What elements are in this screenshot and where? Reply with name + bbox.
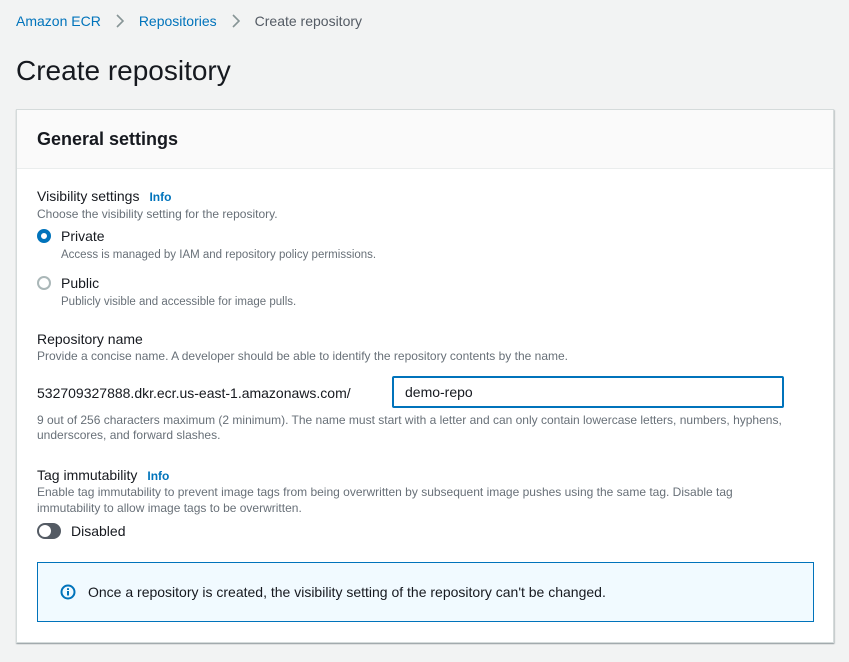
repository-name-constraint: 9 out of 256 characters maximum (2 minim… [37, 413, 782, 442]
radio-private[interactable]: Private Access is managed by IAM and rep… [37, 227, 376, 263]
create-repository-page: Amazon ECR Repositories Create repositor… [0, 0, 849, 662]
visibility-description: Choose the visibility setting for the re… [37, 207, 278, 221]
tag-immutability-toggle[interactable]: Disabled [37, 522, 125, 540]
chevron-right-icon [230, 12, 242, 30]
general-settings-panel: General settings Visibility settings Inf… [16, 109, 834, 643]
tag-immutability-description: Enable tag immutability to prevent image… [37, 485, 733, 515]
alert-text: Once a repository is created, the visibi… [88, 584, 606, 600]
repository-uri-prefix: 532709327888.dkr.ecr.us-east-1.amazonaws… [37, 385, 351, 401]
radio-public[interactable]: Public Publicly visible and accessible f… [37, 274, 296, 310]
toggle-switch[interactable] [37, 523, 61, 539]
visibility-label-row: Visibility settings Info [37, 187, 171, 205]
breadcrumb-repositories[interactable]: Repositories [139, 12, 217, 30]
radio-public-button[interactable] [37, 276, 51, 290]
visibility-info-link[interactable]: Info [149, 190, 171, 204]
visibility-label: Visibility settings [37, 188, 140, 204]
radio-private-button[interactable] [37, 229, 51, 243]
tag-immutability-info-link[interactable]: Info [147, 469, 169, 483]
tag-immutability-label-row: Tag immutability Info [37, 466, 169, 484]
repository-name-input[interactable] [392, 376, 784, 408]
chevron-right-icon [114, 12, 126, 30]
repository-name-description: Provide a concise name. A developer shou… [37, 349, 568, 363]
breadcrumb-amazon-ecr[interactable]: Amazon ECR [16, 12, 101, 30]
radio-public-label: Public [61, 275, 100, 291]
breadcrumb: Amazon ECR Repositories Create repositor… [16, 12, 362, 30]
panel-title: General settings [37, 129, 179, 149]
radio-private-label: Private [61, 228, 105, 244]
repository-name-label: Repository name [37, 331, 143, 347]
tag-immutability-label: Tag immutability [37, 467, 138, 483]
tag-immutability-toggle-label: Disabled [71, 523, 126, 539]
visibility-info-alert: Once a repository is created, the visibi… [37, 562, 814, 622]
page-title: Create repository [16, 55, 231, 86]
repository-name-label-row: Repository name [37, 330, 143, 348]
info-circle-icon [60, 584, 76, 600]
breadcrumb-current: Create repository [254, 13, 363, 29]
radio-public-description: Publicly visible and accessible for imag… [61, 296, 297, 308]
panel-header: General settings [17, 110, 833, 169]
radio-private-description: Access is managed by IAM and repository … [61, 249, 377, 261]
toggle-thumb [39, 525, 51, 537]
